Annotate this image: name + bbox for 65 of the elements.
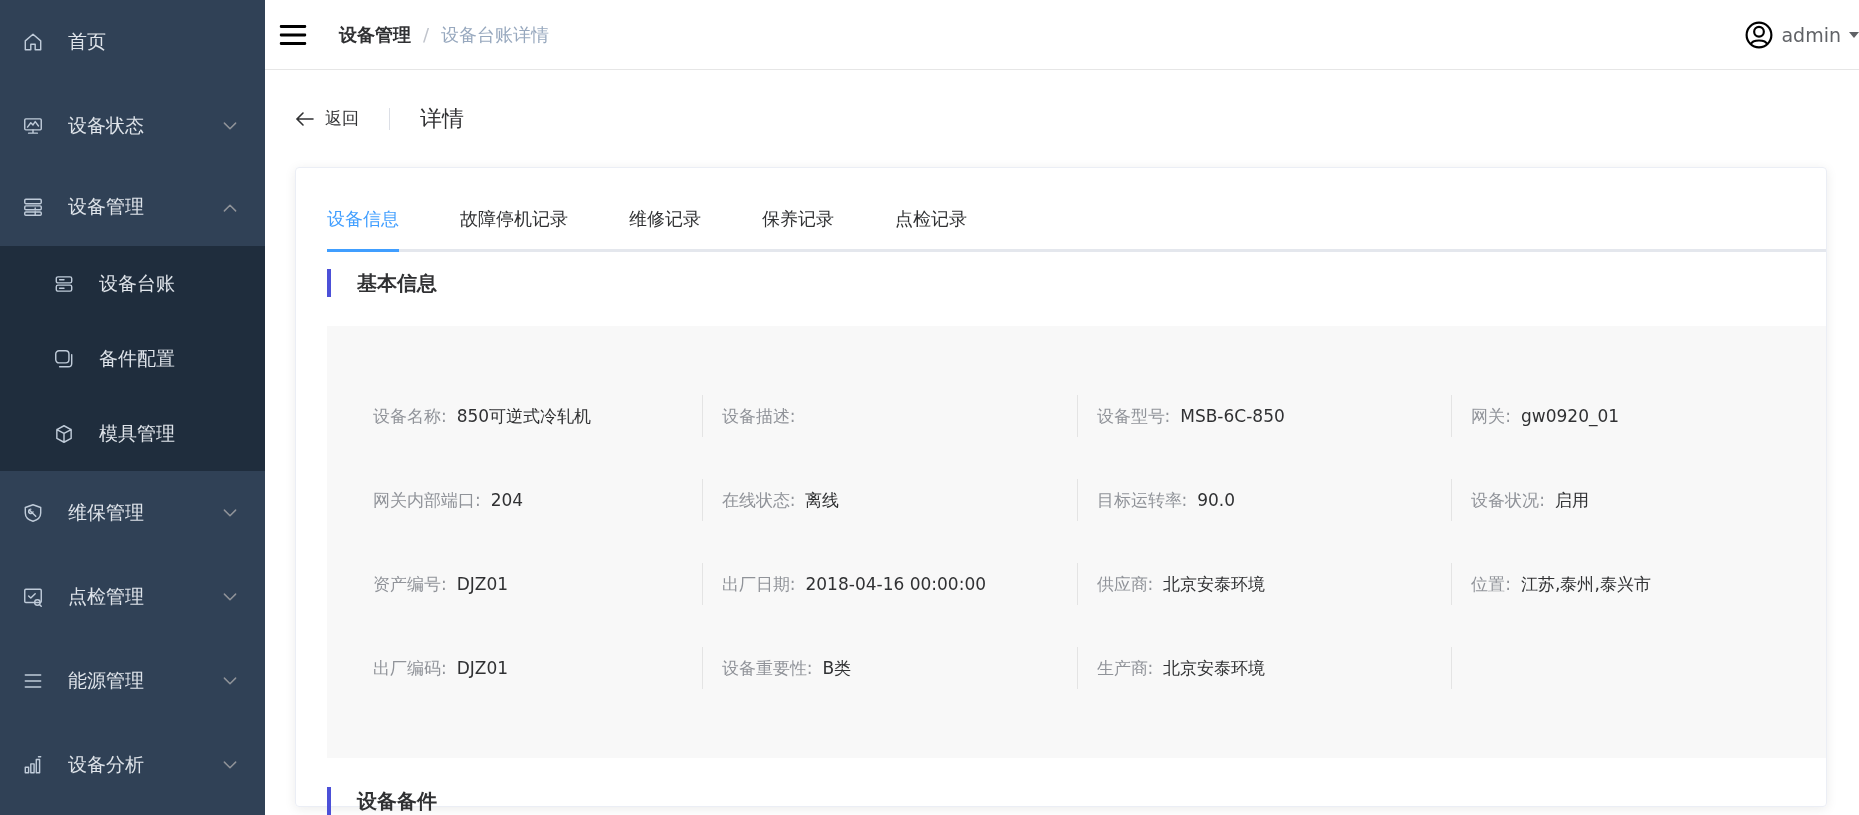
field-value: MSB-6C-850 xyxy=(1180,406,1285,426)
user-avatar-icon xyxy=(1745,20,1774,49)
section-title: 基本信息 xyxy=(357,269,437,297)
tab[interactable]: 点检记录 xyxy=(895,194,967,252)
cube-icon xyxy=(53,422,75,445)
field-value: 90.0 xyxy=(1197,490,1236,510)
field-label: 供应商: xyxy=(1096,572,1154,596)
field-label: 目标运转率: xyxy=(1096,488,1188,512)
field-value: gw0920_01 xyxy=(1521,406,1620,426)
menu-icon[interactable] xyxy=(279,23,307,46)
breadcrumb-item[interactable]: 设备管理 xyxy=(339,22,411,47)
field-label: 设备名称: xyxy=(373,404,447,428)
menu-item[interactable]: 首页 xyxy=(0,0,265,84)
field-label: 设备描述: xyxy=(721,404,796,428)
menu-item[interactable]: 点检管理 xyxy=(0,555,265,639)
tab[interactable]: 保养记录 xyxy=(762,194,834,252)
menu-item[interactable]: 维保管理 xyxy=(0,471,265,555)
breadcrumb-item: 设备台账详情 xyxy=(441,22,550,47)
section-marker xyxy=(327,269,331,297)
tab[interactable]: 故障停机记录 xyxy=(460,194,568,252)
field-label: 出厂编码: xyxy=(373,656,447,680)
caret-icon xyxy=(1849,31,1859,38)
submenu-item[interactable]: 模具管理 xyxy=(0,396,265,471)
field-label: 设备型号: xyxy=(1096,404,1171,428)
bar-chart-icon xyxy=(22,754,44,776)
page-title: 详情 xyxy=(420,104,464,133)
section-marker xyxy=(327,787,331,815)
field-label: 出厂日期: xyxy=(721,572,796,596)
field-value: DJZ01 xyxy=(456,574,509,594)
tab[interactable]: 维修记录 xyxy=(629,194,701,252)
field-value: 启用 xyxy=(1555,488,1589,512)
field-value: 北京安泰环境 xyxy=(1163,656,1266,680)
stacked-squares-icon xyxy=(53,347,75,370)
section-title: 设备备件 xyxy=(357,787,437,815)
field-value: 离线 xyxy=(805,488,840,512)
inspection-icon xyxy=(22,586,44,608)
submenu-item[interactable]: 设备台账 xyxy=(0,246,265,321)
monitor-icon xyxy=(22,115,44,137)
field-value: DJZ01 xyxy=(456,658,509,678)
home-icon xyxy=(22,31,44,53)
field-label: 生产商: xyxy=(1096,656,1154,680)
menu-item[interactable]: 设备状态 xyxy=(0,84,265,168)
field-label: 网关: xyxy=(1471,404,1511,428)
submenu-item[interactable]: 备件配置 xyxy=(0,321,265,396)
field-label: 网关内部端口: xyxy=(373,488,481,512)
server-icon xyxy=(22,196,44,218)
menu-item[interactable]: 设备管理 xyxy=(0,168,265,246)
field-label: 设备重要性: xyxy=(721,656,813,680)
shield-wrench-icon xyxy=(22,502,44,524)
field-value: B类 xyxy=(822,656,852,680)
field-label: 在线状态: xyxy=(721,488,796,512)
field-value: 2018-04-16 00:00:00 xyxy=(805,574,987,594)
field-value: 江苏,泰州,泰兴市 xyxy=(1521,572,1651,596)
breadcrumb-separator: / xyxy=(423,24,430,45)
field-label: 设备状况: xyxy=(1471,488,1545,512)
field-value: 北京安泰环境 xyxy=(1163,572,1266,596)
field-label: 资产编号: xyxy=(373,572,447,596)
field-label: 位置: xyxy=(1471,572,1511,596)
menu-item[interactable]: 设备分析 xyxy=(0,723,265,807)
menu-item[interactable]: 能源管理 xyxy=(0,639,265,723)
arrow-left-icon xyxy=(295,110,315,127)
user-menu[interactable]: admin xyxy=(1745,20,1859,49)
field-value: 204 xyxy=(490,490,524,510)
field-value: 850可逆式冷轧机 xyxy=(456,404,592,428)
back-link[interactable]: 返回 xyxy=(295,107,359,130)
